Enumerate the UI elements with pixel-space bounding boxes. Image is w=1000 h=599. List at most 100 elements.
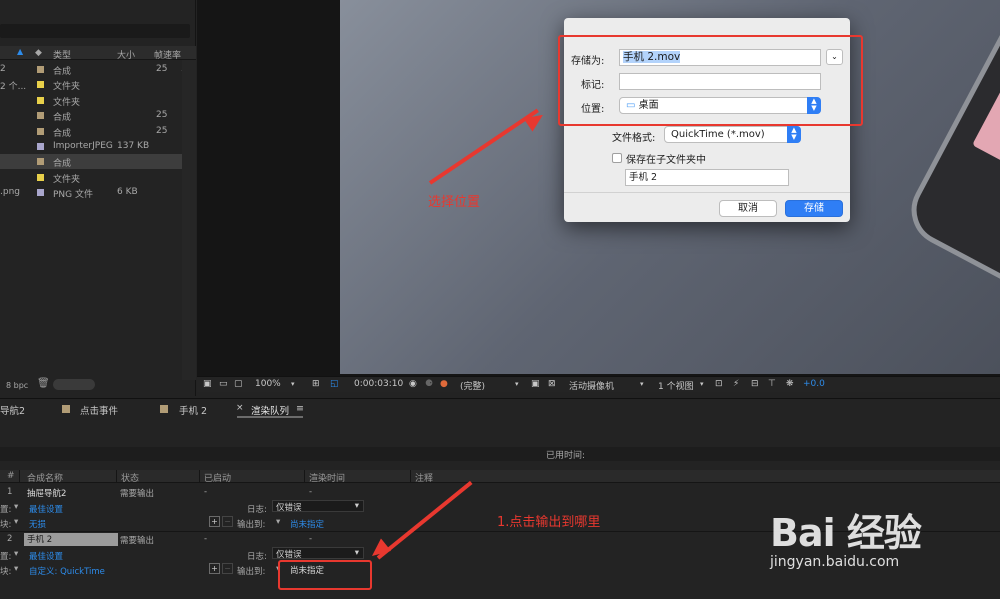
project-item-type: 文件夹 — [53, 174, 81, 185]
timeline-icon[interactable]: ⊟ — [751, 379, 759, 389]
render-item-name[interactable]: 抽屉导航2 — [27, 487, 66, 499]
zoom-select[interactable]: 100% — [255, 379, 281, 389]
camera-chevron-icon[interactable]: ▾ — [640, 380, 644, 388]
file-format-select[interactable]: QuickTime (*.mov) ▲ ▼ — [664, 126, 801, 143]
log-select[interactable]: 仅错误 ▾ — [272, 547, 364, 560]
color-channel-icon[interactable]: ● — [440, 379, 448, 389]
chevron-down-icon[interactable]: ▾ — [14, 502, 18, 512]
tab-phone2[interactable]: 手机 2 — [179, 403, 207, 417]
exposure-value[interactable]: +0.0 — [803, 379, 825, 389]
output-module-link[interactable]: 无损 — [29, 518, 46, 530]
render-item-name[interactable]: 手机 2 — [24, 533, 118, 546]
project-item-fps: 25 — [156, 125, 168, 136]
project-item[interactable]: 2 个... 文件夹 — [0, 77, 182, 92]
project-scrollbar[interactable] — [182, 60, 196, 380]
monitor-icon[interactable]: ▭ — [219, 379, 228, 389]
render-item-status: 需要输出 — [120, 536, 155, 546]
viewer-toolbar: ▣ ▭ ▢ 100% ▾ ⊞ ◱ 0:00:03:10 ◉ ⚈ ● (完整) ▾… — [197, 376, 1000, 392]
fast-preview-icon[interactable]: ⚡ — [733, 379, 739, 389]
mask-icon[interactable]: ▢ — [234, 379, 243, 389]
remove-output-module-button[interactable]: − — [222, 563, 233, 574]
project-item-name: 2 个... — [0, 82, 27, 93]
project-item-type: 合成 — [53, 128, 72, 139]
column-started[interactable]: 已启动 — [204, 471, 231, 484]
project-item[interactable]: .png PNG 文件 6 KB — [0, 185, 182, 200]
label-color-swatch — [37, 143, 44, 150]
render-item-status: 需要输出 — [120, 489, 155, 499]
column-comment[interactable]: 注释 — [415, 471, 433, 484]
snapshot-icon[interactable]: ◉ — [409, 379, 417, 389]
project-item[interactable]: 合成 25 — [0, 108, 182, 123]
zoom-chevron-icon[interactable]: ▾ — [291, 380, 295, 388]
render-item-number: 1 — [7, 487, 13, 497]
render-item-started: - — [204, 487, 208, 497]
column-status[interactable]: 状态 — [121, 471, 139, 484]
tab-menu-icon[interactable]: ≡ — [296, 403, 304, 414]
tab-click-event[interactable]: 点击事件 — [80, 403, 118, 417]
chevron-down-icon[interactable]: ▾ — [276, 517, 280, 527]
resolution-select[interactable]: (完整) — [460, 379, 485, 392]
region-icon[interactable]: ◱ — [330, 379, 339, 389]
subfolder-label[interactable]: 保存在子文件夹中 — [626, 151, 706, 166]
render-settings-link[interactable]: 最佳设置 — [29, 503, 63, 515]
column-comp-name[interactable]: 合成名称 — [27, 471, 63, 484]
project-item-size: 6 KB — [117, 187, 138, 198]
log-select[interactable]: 仅错误 ▾ — [272, 500, 364, 513]
subfolder-checkbox[interactable] — [612, 153, 622, 163]
remove-output-module-button[interactable]: − — [222, 516, 233, 527]
project-item[interactable]: ImporterJPEG 137 KB — [0, 139, 182, 154]
chevron-down-icon[interactable]: ▾ — [14, 549, 18, 559]
chevron-down-icon[interactable]: ▾ — [14, 564, 18, 574]
sort-up-icon[interactable]: ▲ — [17, 47, 23, 56]
project-item[interactable]: 合成 — [0, 154, 182, 170]
column-type[interactable]: 类型 — [53, 48, 71, 61]
add-output-module-button[interactable]: + — [209, 563, 220, 574]
trash-icon[interactable]: 🗑 — [37, 378, 50, 390]
tab-color-swatch — [160, 405, 168, 413]
project-item-type: 文件夹 — [53, 82, 81, 93]
camera-select[interactable]: 活动摄像机 — [569, 379, 614, 392]
show-snapshot-icon[interactable]: ⚈ — [425, 379, 433, 389]
save-button[interactable]: 存储 — [785, 200, 843, 217]
tab-nav2[interactable]: 导航2 — [0, 403, 25, 417]
transparency-grid-icon[interactable]: ⊠ — [548, 379, 556, 389]
project-item[interactable]: 文件夹 — [0, 170, 182, 185]
project-search-input[interactable] — [0, 24, 190, 38]
render-item-started: - — [204, 534, 208, 544]
label-tag-icon[interactable]: ◆ — [35, 48, 42, 58]
roi-icon[interactable]: ▣ — [531, 379, 540, 389]
project-item[interactable]: 文件夹 — [0, 93, 182, 108]
render-queue-header: # 合成名称 状态 已启动 渲染时间 注释 — [0, 470, 1000, 484]
resolution-chevron-icon[interactable]: ▾ — [515, 380, 519, 388]
project-item[interactable]: 2合成25⊥ — [0, 62, 189, 77]
chevron-down-icon[interactable]: ▾ — [14, 517, 18, 527]
column-fps[interactable]: 帧速率 — [154, 48, 181, 61]
views-select[interactable]: 1 个视图 — [658, 379, 694, 392]
add-output-module-button[interactable]: + — [209, 516, 220, 527]
tab-render-queue[interactable]: 渲染队列 — [251, 403, 289, 417]
project-item-name: 2 — [0, 64, 6, 74]
exposure-reset-icon[interactable]: ❋ — [786, 379, 794, 389]
bit-depth-button[interactable]: 8 bpc — [6, 381, 28, 390]
chevron-down-icon: ▾ — [354, 548, 359, 558]
output-module-link[interactable]: 自定义: QuickTime — [29, 565, 105, 577]
cancel-button[interactable]: 取消 — [719, 200, 777, 217]
always-preview-icon[interactable]: ▣ — [203, 379, 212, 389]
column-size[interactable]: 大小 — [117, 48, 135, 61]
render-settings-link[interactable]: 最佳设置 — [29, 550, 63, 562]
project-horizontal-scrollbar[interactable] — [53, 379, 95, 390]
views-chevron-icon[interactable]: ▾ — [700, 380, 704, 388]
label-color-swatch — [37, 158, 44, 166]
column-number[interactable]: # — [7, 471, 15, 481]
flowchart-icon[interactable]: ⊤ — [768, 379, 776, 389]
output-to-link[interactable]: 尚未指定 — [290, 518, 324, 530]
elapsed-label: 已用时间: — [546, 451, 586, 461]
project-item[interactable]: 合成 25 — [0, 124, 182, 139]
project-item-type: 文件夹 — [53, 97, 81, 108]
timecode[interactable]: 0:00:03:10 — [354, 379, 403, 389]
column-render-time[interactable]: 渲染时间 — [309, 471, 345, 484]
grid-icon[interactable]: ⊞ — [312, 379, 320, 389]
subfolder-name-input[interactable]: 手机 2 — [625, 169, 789, 186]
pixel-aspect-icon[interactable]: ⊡ — [715, 379, 723, 389]
close-tab-icon[interactable]: × — [236, 403, 244, 413]
